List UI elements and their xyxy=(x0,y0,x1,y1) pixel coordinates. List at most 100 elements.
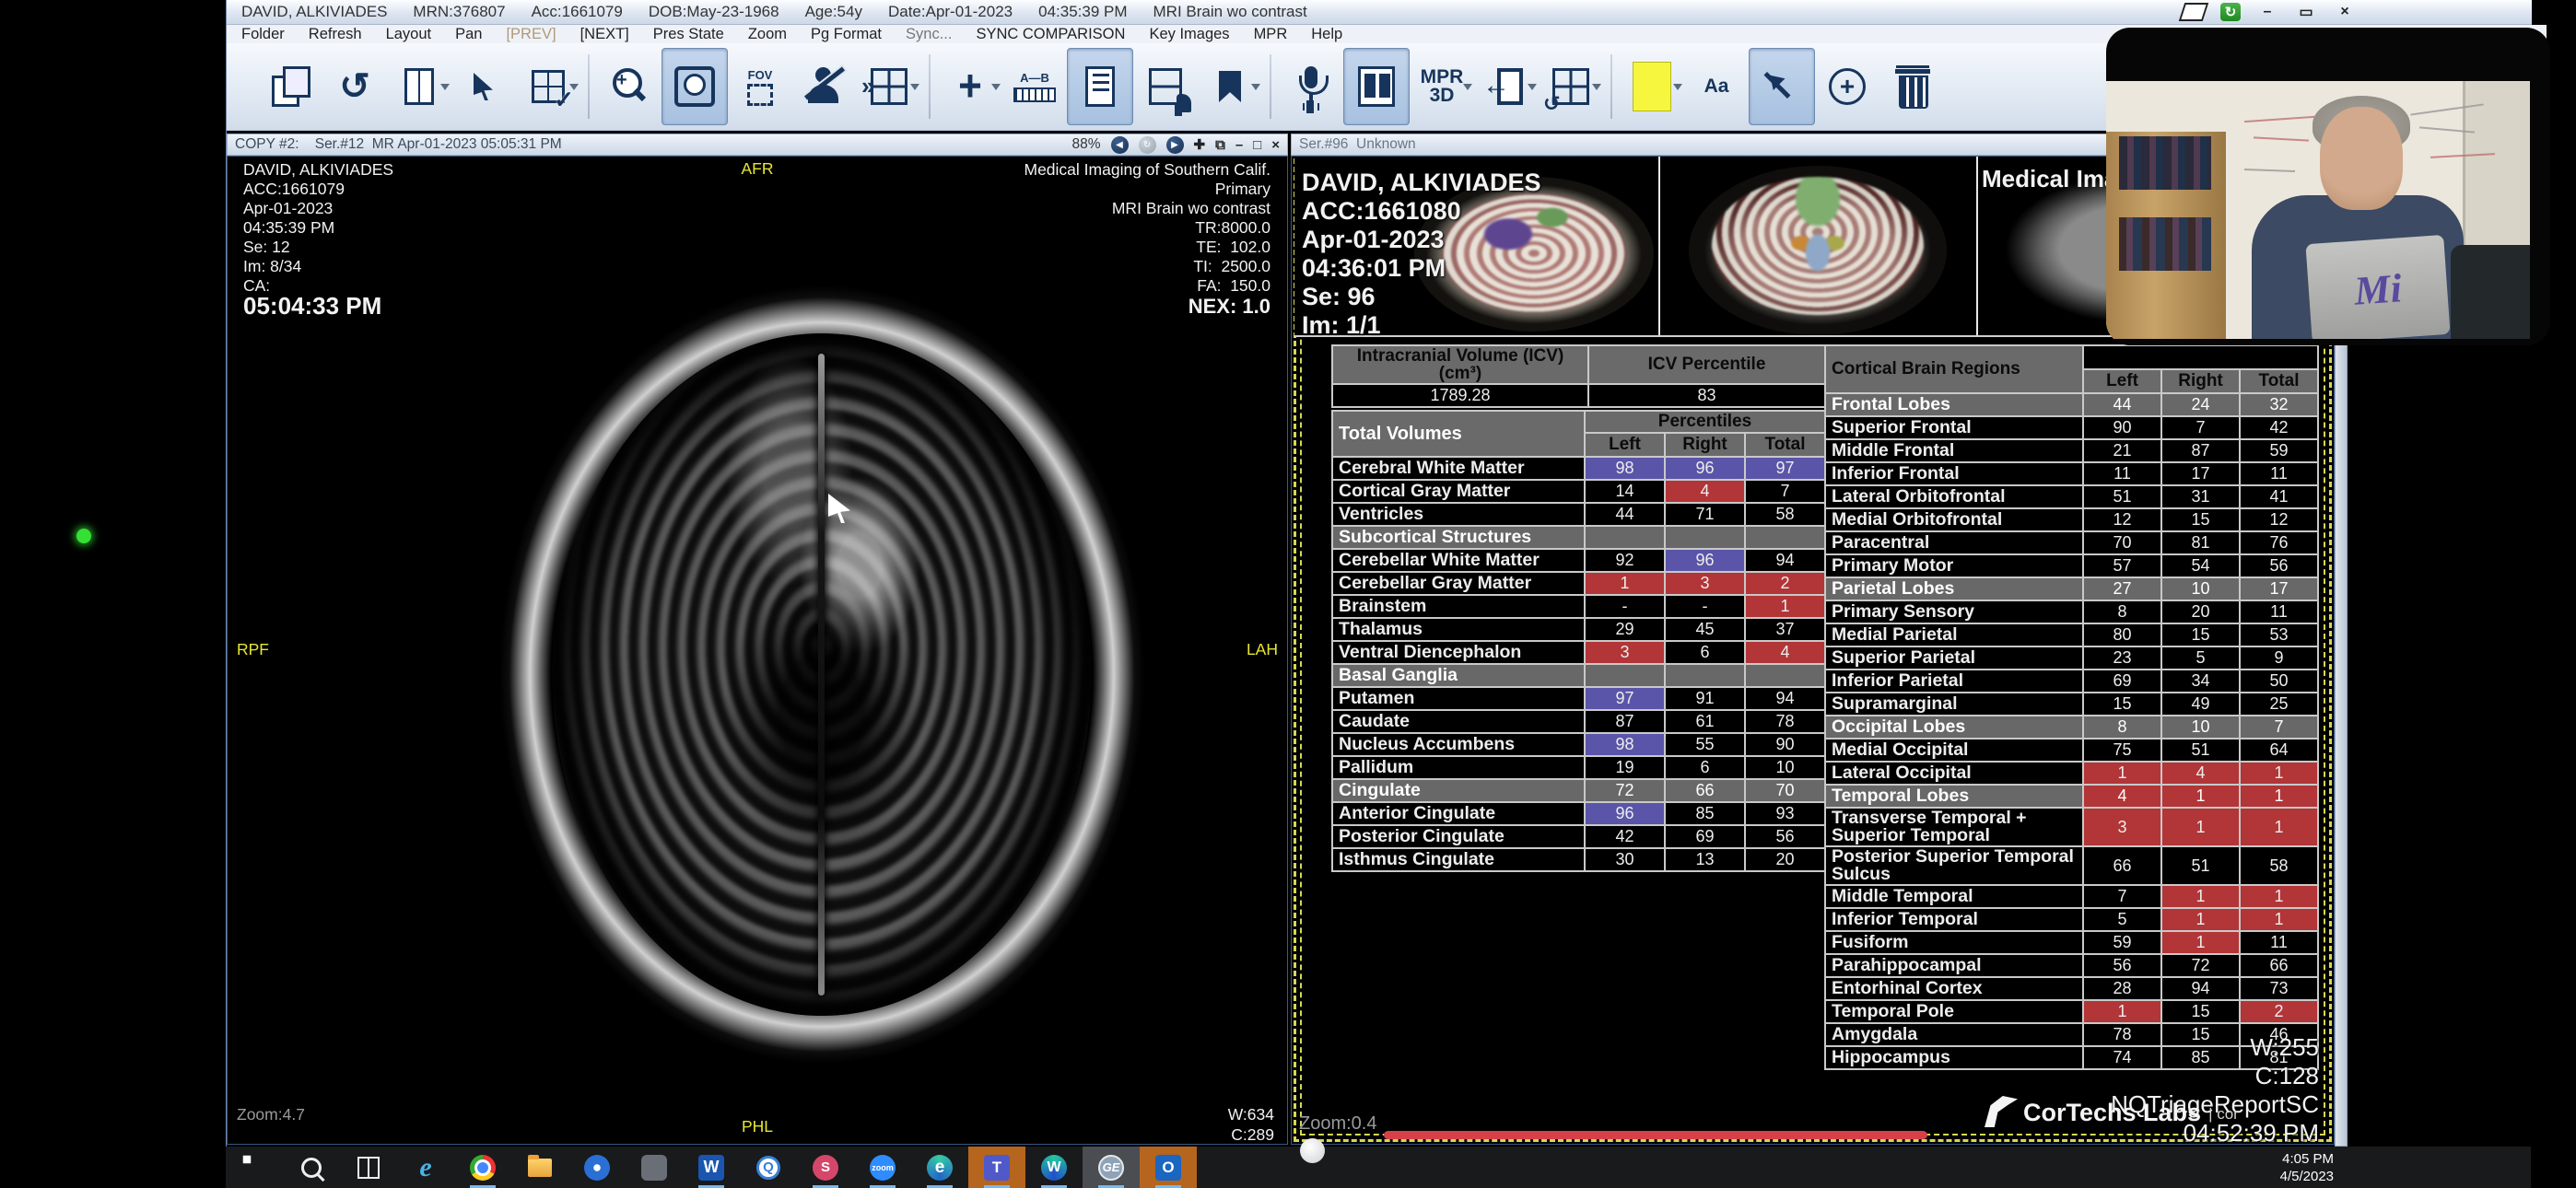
menu-item-pres-state[interactable]: Pres State xyxy=(653,26,724,43)
chrome-icon[interactable] xyxy=(454,1147,511,1188)
delete-button[interactable] xyxy=(1879,49,1944,124)
mpr-window-button[interactable] xyxy=(1343,48,1410,125)
region-label: Superior Frontal xyxy=(1825,416,2083,439)
panel-minimize-button[interactable]: – xyxy=(1235,137,1243,153)
menu-item-sync-comparison[interactable]: SYNC COMPARISON xyxy=(976,26,1125,43)
anonymize-button[interactable] xyxy=(792,49,857,124)
text-annotation-button[interactable]: Aa xyxy=(1684,49,1749,124)
table-row: Cortical Gray Matter1447 xyxy=(1332,480,1825,503)
dropdown-caret-icon[interactable] xyxy=(1251,84,1260,90)
capture-app-icon[interactable]: S xyxy=(797,1147,854,1188)
table-row: Inferior Frontal111711 xyxy=(1825,462,2318,485)
color-preset-button[interactable] xyxy=(1620,49,1684,124)
close-button[interactable]: × xyxy=(2333,3,2357,21)
export-button[interactable] xyxy=(1474,49,1539,124)
dropdown-caret-icon[interactable] xyxy=(440,84,450,90)
webex-icon[interactable]: W xyxy=(1025,1147,1083,1188)
start-button[interactable] xyxy=(226,1147,283,1188)
quicktime-icon[interactable]: Q xyxy=(740,1147,797,1188)
dropdown-caret-icon[interactable] xyxy=(1673,84,1682,90)
approve-layout-button[interactable] xyxy=(1133,49,1198,124)
select-cursor-button[interactable] xyxy=(451,49,516,124)
menu-item-layout[interactable]: Layout xyxy=(386,26,432,43)
search-button[interactable] xyxy=(283,1147,340,1188)
next-image-button[interactable]: ▶ xyxy=(1166,136,1184,154)
task-view-button[interactable] xyxy=(340,1147,397,1188)
hanging-protocol-button[interactable] xyxy=(1539,49,1603,124)
region-label: Basal Ganglia xyxy=(1332,664,1585,687)
camera-app-icon[interactable] xyxy=(626,1147,683,1188)
menu-item-sync-[interactable]: Sync... xyxy=(906,26,952,43)
arrow-annotation-button[interactable] xyxy=(1749,48,1815,125)
restore-button[interactable]: ▭ xyxy=(2294,3,2318,21)
edge-icon[interactable]: e xyxy=(911,1147,968,1188)
flair-image-viewport[interactable]: DAVID, ALKIVIADESACC:1661079Apr-01-20230… xyxy=(227,156,1288,1145)
zoom-tool-button[interactable]: + xyxy=(597,49,662,124)
stack-mode-button[interactable] xyxy=(857,49,921,124)
mpr-3d-button[interactable]: MPR 3D xyxy=(1410,49,1474,124)
move-panel-icon[interactable]: ✚ xyxy=(1194,136,1206,153)
copy-image-button[interactable] xyxy=(258,49,322,124)
sync-icon[interactable]: ↻ xyxy=(2220,3,2241,21)
cortechs-swoosh-icon xyxy=(1985,1096,2018,1127)
reset-button[interactable] xyxy=(322,49,387,124)
panel-restore-button[interactable]: □ xyxy=(1253,137,1261,153)
bookmark-button[interactable] xyxy=(1198,49,1262,124)
dropdown-caret-icon[interactable] xyxy=(910,84,919,90)
menu-item-mpr[interactable]: MPR xyxy=(1254,26,1288,43)
dropdown-caret-icon[interactable] xyxy=(1592,84,1601,90)
outlook-icon[interactable]: O xyxy=(1140,1147,1197,1188)
webcam-overlay[interactable]: Mi xyxy=(2106,28,2550,345)
task-view-button xyxy=(357,1157,380,1179)
report-button[interactable] xyxy=(1067,48,1133,125)
menu-item--next-[interactable]: [NEXT] xyxy=(580,26,629,43)
menu-item--prev-[interactable]: [PREV] xyxy=(506,26,556,43)
dropdown-caret-icon[interactable] xyxy=(1463,84,1472,90)
chair xyxy=(2451,245,2530,339)
scout-clock-icon xyxy=(673,64,717,109)
dropdown-caret-icon[interactable] xyxy=(569,84,579,90)
menu-item-help[interactable]: Help xyxy=(1311,26,1342,43)
dictation-mic-button[interactable] xyxy=(1279,49,1343,124)
mpr-axes-button[interactable] xyxy=(938,49,1002,124)
percentile-cell: 90 xyxy=(1745,733,1825,756)
minimize-button[interactable]: – xyxy=(2255,3,2279,21)
ge-app-icon[interactable]: GE xyxy=(1083,1147,1140,1188)
file-explorer-icon[interactable] xyxy=(511,1147,568,1188)
table-row: Pallidum19610 xyxy=(1332,756,1825,779)
measure-ruler-button[interactable]: A—B xyxy=(1002,49,1067,124)
menu-item-refresh[interactable]: Refresh xyxy=(309,26,362,43)
annotation-tool-icon[interactable] xyxy=(2179,3,2208,21)
scout-clock-button[interactable] xyxy=(662,48,728,125)
word-icon[interactable]: W xyxy=(683,1147,740,1188)
dropdown-caret-icon[interactable] xyxy=(1528,84,1537,90)
menu-item-pg-format[interactable]: Pg Format xyxy=(811,26,882,43)
fov-tool-button[interactable]: FOV xyxy=(728,49,792,124)
menu-item-folder[interactable]: Folder xyxy=(241,26,285,43)
percentile-cell: 1 xyxy=(1585,572,1665,595)
left-viewer-header[interactable]: COPY #2: Ser.#12 MR Apr-01-2023 05:05:31… xyxy=(227,134,1288,156)
prev-image-button[interactable]: ◀ xyxy=(1111,136,1129,154)
ellipse-roi-button[interactable] xyxy=(1815,49,1879,124)
menu-item-key-images[interactable]: Key Images xyxy=(1149,26,1229,43)
toolbar-separator xyxy=(1270,54,1271,119)
layout-window-button[interactable] xyxy=(387,49,451,124)
percentile-cell: 73 xyxy=(2240,977,2318,1000)
dropdown-caret-icon[interactable] xyxy=(991,84,1001,90)
region-label: Isthmus Cingulate xyxy=(1332,848,1585,871)
taskbar-clock[interactable]: 4:05 PM 4/5/2023 xyxy=(2280,1147,2334,1188)
orientation-right: LAH xyxy=(1247,640,1278,659)
quicktime-icon: Q xyxy=(756,1156,780,1180)
panel-layout-icon[interactable]: ⧉ xyxy=(1215,137,1225,153)
percentile-cell: 1 xyxy=(2161,785,2240,808)
series-layout-button[interactable] xyxy=(516,49,580,124)
ellipse-roi-icon xyxy=(1825,64,1869,109)
menu-item-pan[interactable]: Pan xyxy=(455,26,482,43)
teams-icon[interactable]: T xyxy=(968,1147,1025,1188)
reload-series-button[interactable]: ↻ xyxy=(1139,136,1156,154)
internet-explorer-icon[interactable]: e xyxy=(397,1147,454,1188)
zoom-app-icon[interactable]: zoom xyxy=(854,1147,911,1188)
pacs-app-icon[interactable] xyxy=(568,1147,626,1188)
menu-item-zoom[interactable]: Zoom xyxy=(748,26,787,43)
panel-close-button[interactable]: × xyxy=(1271,137,1280,153)
